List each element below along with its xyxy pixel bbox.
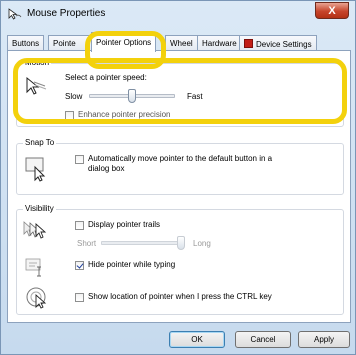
device-settings-icon [244,39,253,48]
apply-button[interactable]: Apply [298,331,350,348]
title-bar[interactable]: Mouse Properties X [1,1,355,27]
close-icon: X [328,4,336,17]
slow-label: Slow [65,92,83,101]
snap-to-checkbox[interactable] [75,155,84,164]
enhance-precision-checkbox[interactable] [65,111,74,120]
tab-wheel[interactable]: Wheel [165,35,198,51]
enhance-precision-label: Enhance pointer precision [78,110,171,119]
short-label: Short [77,239,97,248]
tab-strip: Buttons Pointe Pointer Options Wheel Har… [7,32,347,52]
snap-to-label-line2: dialog box [88,164,125,173]
snap-to-label-line1: Automatically move pointer to the defaul… [88,154,273,163]
pointer-options-panel: Motion Select a pointer speed: Slow Fast… [7,50,351,323]
pointer-trails-checkbox[interactable] [75,221,84,230]
snap-to-icon [25,157,46,182]
snap-to-group-label: Snap To [23,138,57,147]
long-label: Long [193,239,211,248]
pointer-speed-slider-thumb[interactable] [128,89,136,103]
motion-group: Motion Select a pointer speed: Slow Fast… [16,58,344,127]
pointer-trails-icon [23,221,47,239]
tab-pointer-options[interactable]: Pointer Options [91,32,157,52]
mouse-pointer-icon [8,8,22,20]
pointer-trails-label: Display pointer trails [88,220,161,229]
cancel-button[interactable]: Cancel [235,331,291,348]
trail-length-slider-thumb[interactable] [177,236,185,250]
pointer-speed-icon [26,76,47,95]
tab-device-settings[interactable]: Device Settings [239,35,317,51]
show-location-icon [26,287,47,309]
close-button[interactable]: X [315,2,349,19]
trail-length-slider[interactable] [101,241,181,245]
fast-label: Fast [187,92,203,101]
visibility-group-label: Visibility [23,204,56,213]
hide-pointer-icon [25,258,41,277]
show-ctrl-location-checkbox[interactable] [75,293,84,302]
tab-buttons[interactable]: Buttons [7,35,45,51]
show-ctrl-location-label: Show location of pointer when I press th… [88,292,272,301]
window-title: Mouse Properties [27,8,106,19]
motion-group-label: Motion [23,58,52,67]
hide-pointer-label: Hide pointer while typing [88,260,176,269]
ok-button[interactable]: OK [169,331,225,348]
visibility-group: Visibility Display pointer trails Short … [16,204,344,315]
tab-hardware[interactable]: Hardware [197,35,242,51]
speed-label: Select a pointer speed: [65,73,147,82]
mouse-properties-window: Mouse Properties X Buttons Pointe Pointe… [0,0,356,355]
hide-pointer-checkbox[interactable] [75,261,84,270]
tab-pointers[interactable]: Pointe [48,35,92,51]
snap-to-group: Snap To Automatically move pointer to th… [16,138,344,195]
